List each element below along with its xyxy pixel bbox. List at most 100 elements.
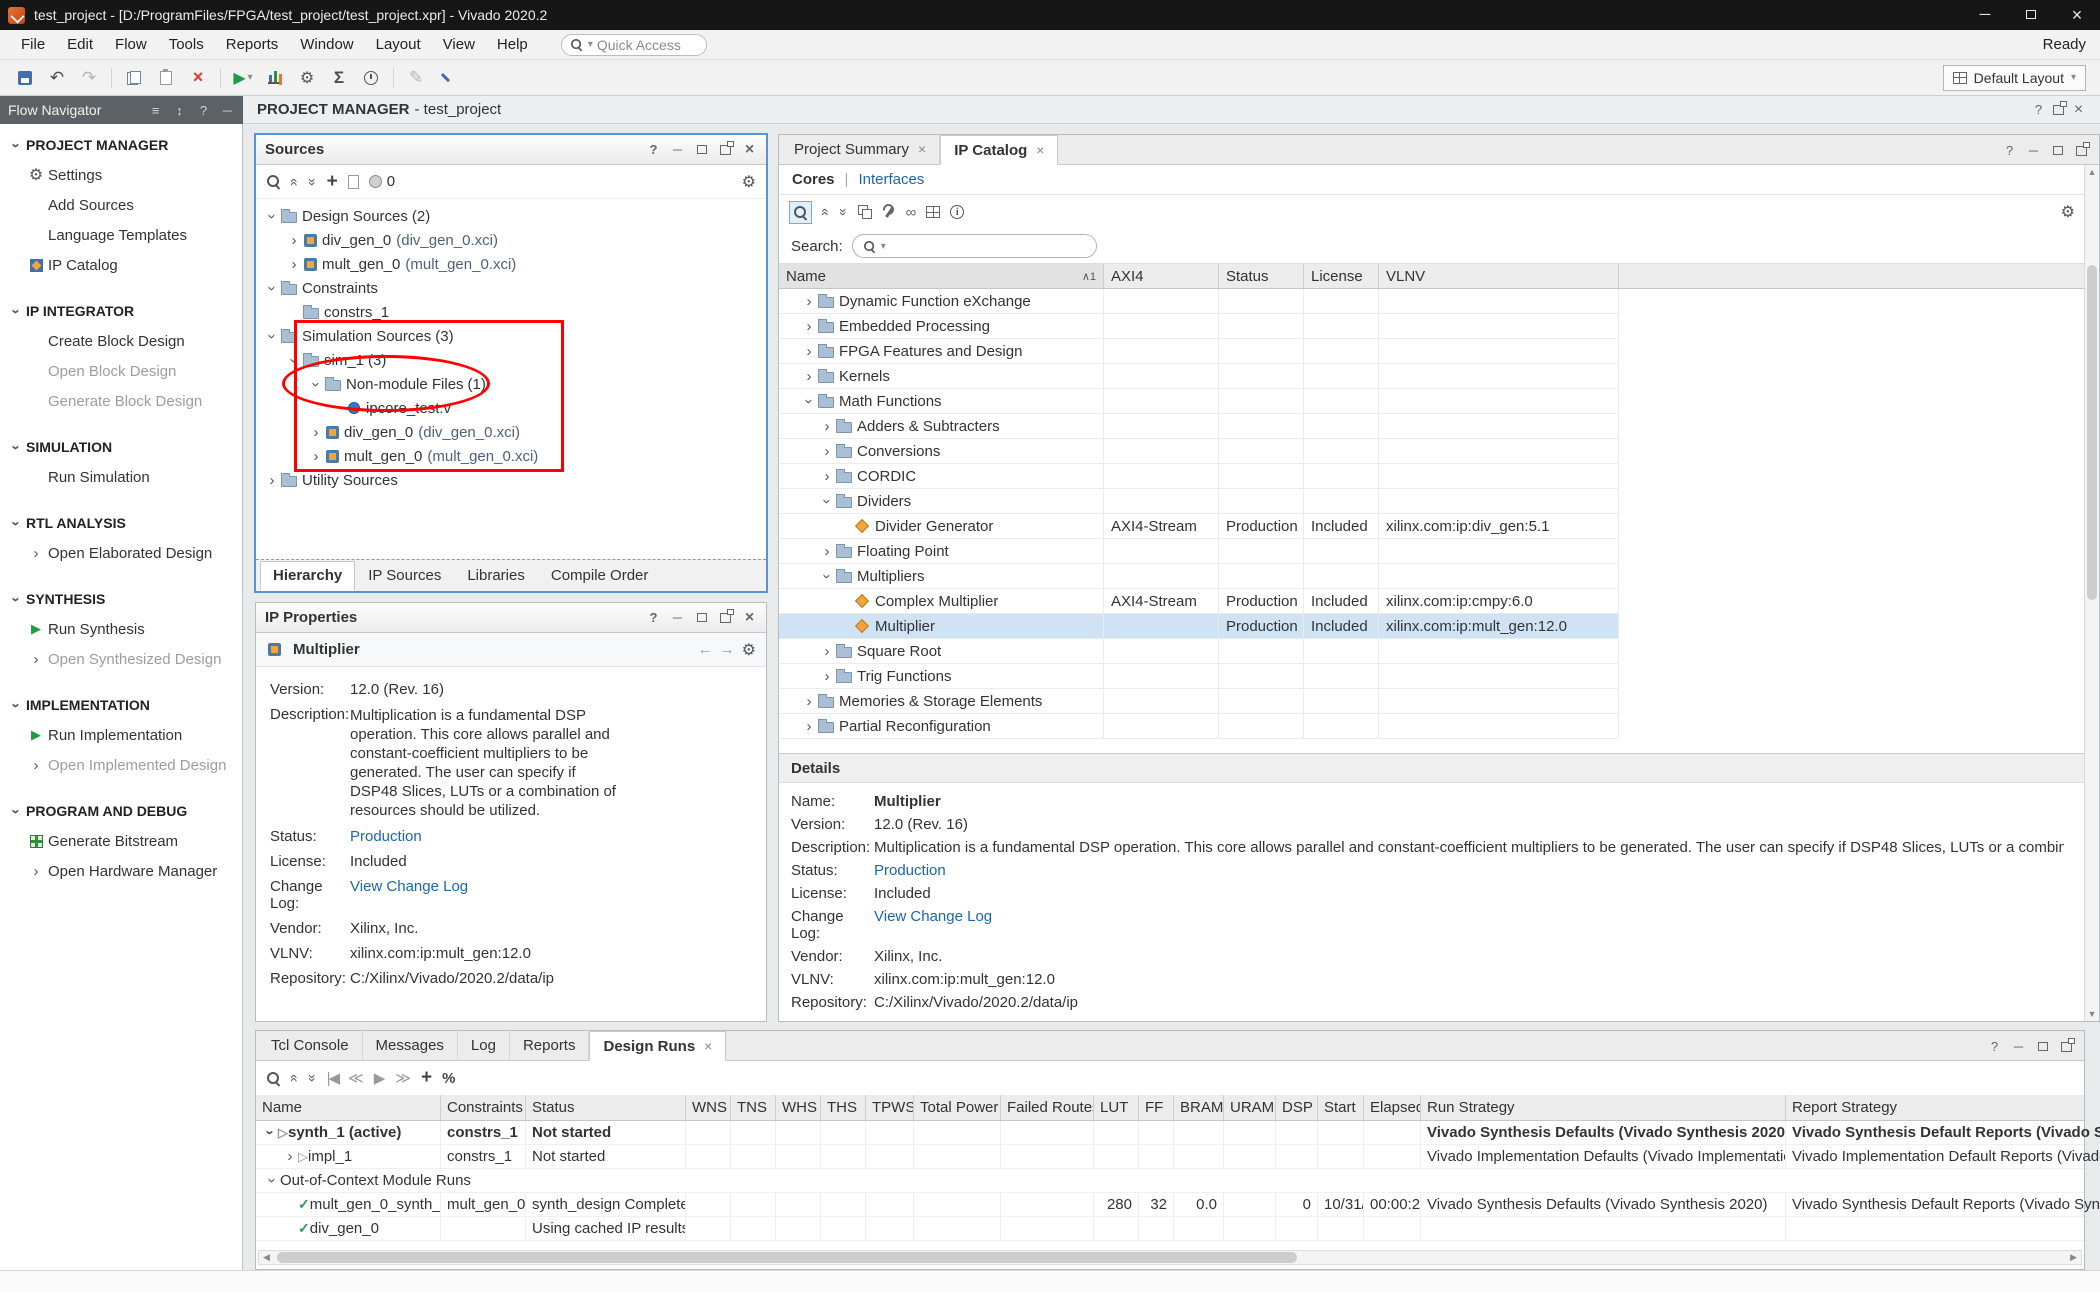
scroll-up-icon[interactable]: ▲ xyxy=(2085,167,2099,177)
min-icon[interactable]: ─ xyxy=(2011,1039,2026,1054)
save-icon[interactable] xyxy=(10,64,40,92)
flownav-item-open-block-design[interactable]: Open Block Design xyxy=(0,356,242,386)
column-header-vlnv[interactable]: VLNV xyxy=(1379,264,1619,288)
collapse-all-icon[interactable]: « xyxy=(287,1074,303,1082)
fast-backward-icon[interactable]: ≪ xyxy=(348,1069,364,1087)
settings-gear-icon[interactable]: ⚙ xyxy=(742,172,756,192)
source-tree-item-non-module-files[interactable]: ›Non-module Files(1) xyxy=(256,372,766,396)
menu-reports[interactable]: Reports xyxy=(215,31,290,59)
flownav-item-run-simulation[interactable]: Run Simulation xyxy=(0,462,242,492)
chevron-down-icon[interactable]: › xyxy=(819,568,836,584)
table-view-icon[interactable] xyxy=(926,206,940,218)
chevron-down-icon[interactable]: › xyxy=(262,1125,279,1141)
ip-settings-wrench-icon[interactable] xyxy=(882,205,896,219)
tab-interfaces[interactable]: Interfaces xyxy=(858,171,924,188)
source-tree-item-constraints[interactable]: ›Constraints xyxy=(256,276,766,300)
chevron-right-icon[interactable]: › xyxy=(819,543,835,560)
source-tree-item-design-sources[interactable]: ›Design Sources(2) xyxy=(256,204,766,228)
column-header-dsp[interactable]: DSP xyxy=(1276,1095,1318,1120)
max-icon[interactable] xyxy=(2050,146,2065,155)
forward-icon[interactable]: → xyxy=(720,641,735,658)
chevron-down-icon[interactable]: › xyxy=(286,352,303,368)
chevron-right-icon[interactable]: › xyxy=(801,718,817,735)
source-tree-item-div-gen-0[interactable]: ›div_gen_0(div_gen_0.xci) xyxy=(256,228,766,252)
help-icon[interactable]: ? xyxy=(646,142,661,157)
max-icon[interactable] xyxy=(694,145,709,154)
chevron-right-icon[interactable]: › xyxy=(819,468,835,485)
catalog-row-square-root[interactable]: ›Square Root xyxy=(779,639,1619,664)
expand-all-icon[interactable]: » xyxy=(836,208,852,216)
catalog-row-trig-functions[interactable]: ›Trig Functions xyxy=(779,664,1619,689)
catalog-row-fpga-features-and-design[interactable]: ›FPGA Features and Design xyxy=(779,339,1619,364)
step-first-icon[interactable]: |◀ xyxy=(327,1069,338,1087)
column-header-bram[interactable]: BRAM xyxy=(1174,1095,1224,1120)
open-file-icon[interactable] xyxy=(348,175,359,189)
add-run-icon[interactable]: + xyxy=(421,1067,432,1089)
tab-design-runs[interactable]: Design Runs× xyxy=(589,1031,726,1061)
help-icon[interactable]: ? xyxy=(2031,102,2046,117)
max-icon[interactable] xyxy=(2035,1042,2050,1051)
source-tree-item-utility-sources[interactable]: ›Utility Sources xyxy=(256,468,766,492)
column-header-ths[interactable]: THS xyxy=(821,1095,866,1120)
column-header-lut[interactable]: LUT xyxy=(1094,1095,1139,1120)
report-bar-chart-icon[interactable] xyxy=(260,64,290,92)
info-icon[interactable]: i xyxy=(950,205,964,219)
chevron-right-icon[interactable]: › xyxy=(286,232,302,249)
chevron-right-icon[interactable]: › xyxy=(282,1148,298,1165)
scroll-left-icon[interactable]: ◀ xyxy=(263,1251,270,1264)
tab-cores[interactable]: Cores xyxy=(792,171,835,188)
quick-access-search[interactable]: ▾ Quick Access xyxy=(561,34,707,56)
fast-forward-icon[interactable]: ≫ xyxy=(395,1069,411,1087)
chevron-right-icon[interactable]: › xyxy=(819,643,835,660)
catalog-row-cordic[interactable]: ›CORDIC xyxy=(779,464,1619,489)
undo-icon[interactable]: ↶ xyxy=(42,64,72,92)
flownav-section-header-program-and-debug[interactable]: ›PROGRAM AND DEBUG xyxy=(0,796,242,826)
catalog-row-embedded-processing[interactable]: ›Embedded Processing xyxy=(779,314,1619,339)
help-icon[interactable]: ? xyxy=(646,610,661,625)
delete-icon[interactable]: × xyxy=(183,64,213,92)
chevron-down-icon[interactable]: › xyxy=(801,393,818,409)
min-icon[interactable]: ─ xyxy=(670,142,685,157)
chevron-down-icon[interactable]: › xyxy=(819,493,836,509)
catalog-row-conversions[interactable]: ›Conversions xyxy=(779,439,1619,464)
column-header-start[interactable]: Start xyxy=(1318,1095,1364,1120)
group-by-hierarchy-icon[interactable] xyxy=(858,205,872,219)
chevron-right-icon[interactable]: › xyxy=(819,668,835,685)
back-icon[interactable]: ← xyxy=(698,641,713,658)
column-header-total-power[interactable]: Total Power xyxy=(914,1095,1001,1120)
flownav-section-header-ip-integrator[interactable]: ›IP INTEGRATOR xyxy=(0,296,242,326)
flownav-item-settings[interactable]: ⚙Settings xyxy=(0,160,242,190)
minimize-icon[interactable]: ─ xyxy=(220,103,235,118)
search-icon[interactable] xyxy=(266,174,281,189)
chevron-right-icon[interactable]: › xyxy=(801,693,817,710)
sigma-report-icon[interactable]: Σ xyxy=(324,64,354,92)
source-tree-item-div-gen-0[interactable]: ›div_gen_0(div_gen_0.xci) xyxy=(256,420,766,444)
horizontal-scrollbar[interactable]: ◀ ▶ xyxy=(258,1250,2082,1265)
chevron-down-icon[interactable]: › xyxy=(264,1173,281,1189)
tab-ip-catalog[interactable]: IP Catalog× xyxy=(940,135,1058,165)
chevron-right-icon[interactable]: › xyxy=(308,424,324,441)
window-minimize-button[interactable]: ─ xyxy=(1962,0,2008,30)
expand-all-icon[interactable]: » xyxy=(305,178,321,186)
tab-tcl-console[interactable]: Tcl Console xyxy=(258,1030,363,1060)
window-maximize-button[interactable] xyxy=(2008,0,2054,30)
link-icon[interactable]: ∞ xyxy=(906,204,917,221)
runs-row-div-gen-0[interactable]: ✓div_gen_0Using cached IP results xyxy=(256,1217,2084,1241)
collapse-all-icon[interactable]: « xyxy=(287,178,303,186)
collapse-sections-icon[interactable]: ≡ xyxy=(148,103,163,118)
property-link[interactable]: Production xyxy=(350,828,422,845)
min-icon[interactable]: ─ xyxy=(2026,143,2041,158)
flownav-item-ip-catalog[interactable]: IP Catalog xyxy=(0,250,242,280)
column-header-name[interactable]: Name xyxy=(256,1095,441,1120)
clock-icon[interactable] xyxy=(356,64,386,92)
debug-probe-icon[interactable] xyxy=(433,64,463,92)
close-icon[interactable]: × xyxy=(742,141,757,159)
flownav-item-open-elaborated-design[interactable]: ›Open Elaborated Design xyxy=(0,538,242,568)
catalog-row-floating-point[interactable]: ›Floating Point xyxy=(779,539,1619,564)
close-icon[interactable]: × xyxy=(2071,101,2086,119)
column-header-name[interactable]: Name∧1 xyxy=(779,264,1104,288)
tab-reports[interactable]: Reports xyxy=(510,1030,590,1060)
source-tree-item-simulation-sources[interactable]: ›Simulation Sources(3) xyxy=(256,324,766,348)
flownav-section-header-simulation[interactable]: ›SIMULATION xyxy=(0,432,242,462)
catalog-row-divider-generator[interactable]: Divider GeneratorAXI4-StreamProductionIn… xyxy=(779,514,1619,539)
